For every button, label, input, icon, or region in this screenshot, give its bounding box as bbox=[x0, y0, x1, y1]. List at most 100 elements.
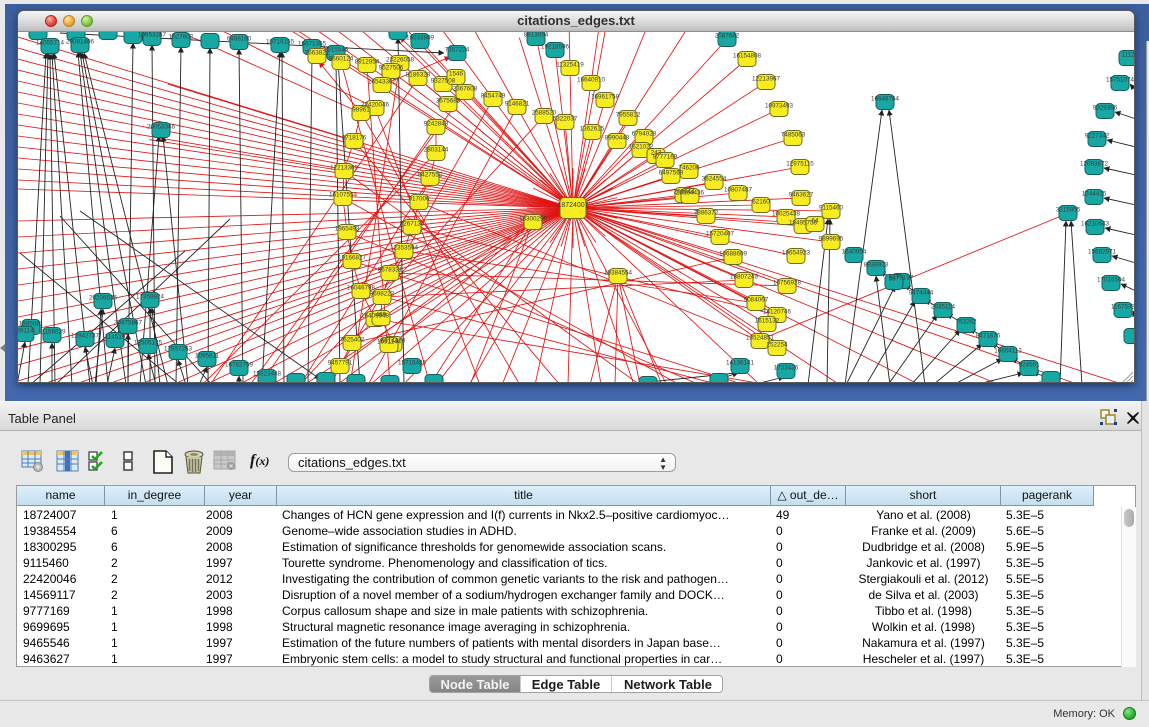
svg-text:17016504: 17016504 bbox=[1097, 277, 1126, 284]
svg-text:20091406: 20091406 bbox=[66, 39, 95, 46]
svg-text:1546: 1546 bbox=[449, 71, 464, 78]
svg-text:16961758: 16961758 bbox=[591, 94, 620, 101]
svg-text:12353594: 12353594 bbox=[390, 245, 419, 252]
svg-text:18807249: 18807249 bbox=[730, 274, 759, 281]
svg-text:3215955: 3215955 bbox=[1056, 207, 1081, 214]
svg-text:114519: 114519 bbox=[105, 334, 126, 341]
svg-text:3624554: 3624554 bbox=[702, 176, 727, 183]
svg-text:10807487: 10807487 bbox=[724, 187, 753, 194]
svg-text:15720407: 15720407 bbox=[706, 231, 735, 238]
svg-text:5322037: 5322037 bbox=[553, 116, 578, 123]
svg-text:10653287: 10653287 bbox=[138, 32, 167, 39]
svg-text:15923448: 15923448 bbox=[253, 371, 282, 378]
svg-text:9474444: 9474444 bbox=[909, 290, 934, 297]
svg-text:16640910: 16640910 bbox=[577, 77, 606, 84]
svg-text:687: 687 bbox=[889, 276, 900, 283]
svg-text:11156829: 11156829 bbox=[38, 329, 66, 336]
svg-text:11325419: 11325419 bbox=[556, 62, 584, 69]
svg-text:16543362: 16543362 bbox=[368, 79, 397, 86]
svg-text:13524851: 13524851 bbox=[746, 335, 775, 342]
svg-text:8267130: 8267130 bbox=[400, 221, 425, 228]
svg-text:98961: 98961 bbox=[352, 107, 370, 114]
svg-text:746206: 746206 bbox=[678, 165, 700, 172]
svg-text:8912954: 8912954 bbox=[355, 59, 380, 66]
svg-text:1733426: 1733426 bbox=[774, 365, 799, 372]
svg-text:1885061: 1885061 bbox=[19, 321, 44, 328]
svg-text:17359924: 17359924 bbox=[136, 294, 165, 301]
svg-text:17957253: 17957253 bbox=[164, 346, 193, 353]
svg-text:7663822: 7663822 bbox=[305, 50, 330, 57]
svg-text:1362615: 1362615 bbox=[580, 126, 605, 133]
svg-text:16210643: 16210643 bbox=[1081, 221, 1110, 228]
svg-text:9327508: 9327508 bbox=[431, 78, 456, 85]
svg-text:10025438: 10025438 bbox=[772, 211, 801, 218]
svg-text:10688609: 10688609 bbox=[719, 251, 748, 258]
svg-text:2935114: 2935114 bbox=[931, 304, 956, 311]
svg-text:9457791: 9457791 bbox=[328, 360, 353, 367]
svg-text:9777169: 9777169 bbox=[653, 154, 678, 161]
svg-text:763262: 763262 bbox=[955, 319, 977, 326]
svg-text:14136141: 14136141 bbox=[726, 360, 755, 367]
svg-text:1640954: 1640954 bbox=[842, 249, 867, 256]
svg-text:8454749: 8454749 bbox=[481, 93, 506, 100]
svg-text:23226058: 23226058 bbox=[386, 57, 415, 64]
svg-text:8813054: 8813054 bbox=[524, 32, 549, 39]
svg-text:9329366: 9329366 bbox=[1093, 105, 1118, 112]
svg-text:1691144: 1691144 bbox=[377, 339, 402, 346]
svg-text:16154808: 16154808 bbox=[733, 53, 762, 60]
svg-text:1244415: 1244415 bbox=[1082, 191, 1107, 198]
svg-text:64: 64 bbox=[811, 218, 819, 225]
svg-text:20206536: 20206536 bbox=[89, 295, 118, 302]
svg-text:8427552: 8427552 bbox=[418, 172, 443, 179]
svg-text:9899695: 9899695 bbox=[819, 236, 844, 243]
svg-text:18724007: 18724007 bbox=[557, 202, 588, 209]
svg-text:16107554: 16107554 bbox=[329, 192, 358, 199]
svg-text:8471676: 8471676 bbox=[976, 333, 1001, 340]
svg-text:16648764: 16648764 bbox=[871, 96, 900, 103]
svg-text:19166827: 19166827 bbox=[338, 255, 367, 262]
svg-text:1965493: 1965493 bbox=[335, 226, 360, 233]
svg-text:2803144: 2803144 bbox=[424, 147, 449, 154]
svg-text:252254: 252254 bbox=[766, 342, 788, 349]
svg-text:8660124: 8660124 bbox=[329, 56, 354, 63]
svg-text:1527602: 1527602 bbox=[169, 34, 194, 41]
svg-text:1095811: 1095811 bbox=[195, 353, 220, 360]
svg-text:924561: 924561 bbox=[1018, 362, 1040, 369]
svg-text:489: 489 bbox=[376, 312, 387, 319]
svg-text:9227342: 9227342 bbox=[1085, 133, 1110, 140]
svg-text:10719155: 10719155 bbox=[266, 39, 295, 46]
svg-text:8186328: 8186328 bbox=[406, 72, 431, 79]
svg-text:7625402: 7625402 bbox=[340, 337, 365, 344]
svg-text:8938923: 8938923 bbox=[864, 262, 889, 269]
svg-text:12213369: 12213369 bbox=[330, 165, 359, 172]
svg-text:12093872: 12093872 bbox=[1080, 161, 1109, 168]
svg-text:16033809: 16033809 bbox=[406, 35, 435, 42]
svg-text:3698222: 3698222 bbox=[370, 291, 395, 298]
svg-text:15716485: 15716485 bbox=[398, 360, 427, 367]
svg-text:12942737: 12942737 bbox=[71, 333, 100, 340]
svg-text:7357224: 7357224 bbox=[445, 47, 470, 54]
svg-text:7485063: 7485063 bbox=[781, 132, 806, 139]
svg-text:9242848: 9242848 bbox=[424, 121, 449, 128]
svg-text:19384554: 19384554 bbox=[604, 270, 633, 277]
svg-text:18300295: 18300295 bbox=[519, 216, 548, 223]
svg-text:3675685: 3675685 bbox=[436, 98, 461, 105]
svg-text:14120746: 14120746 bbox=[763, 309, 792, 316]
svg-text:19654923: 19654923 bbox=[782, 250, 811, 257]
svg-text:20364436: 20364436 bbox=[676, 190, 705, 197]
svg-text:6466160: 6466160 bbox=[227, 36, 252, 43]
svg-text:62160: 62160 bbox=[752, 199, 770, 206]
svg-text:20053346: 20053346 bbox=[147, 124, 176, 131]
svg-text:39114: 39114 bbox=[18, 328, 34, 335]
svg-text:12505135: 12505135 bbox=[134, 340, 163, 347]
svg-text:15751074: 15751074 bbox=[1106, 77, 1134, 84]
svg-text:30975867: 30975867 bbox=[114, 320, 143, 327]
svg-text:9527506: 9527506 bbox=[379, 65, 404, 72]
svg-text:9115460: 9115460 bbox=[819, 205, 844, 212]
svg-text:8678331: 8678331 bbox=[378, 267, 403, 274]
svg-text:1167533: 1167533 bbox=[1111, 304, 1134, 311]
svg-text:10756928: 10756928 bbox=[773, 280, 802, 287]
svg-text:9463627: 9463627 bbox=[789, 192, 814, 199]
svg-text:7886372: 7886372 bbox=[694, 210, 719, 217]
svg-text:19218506: 19218506 bbox=[541, 44, 570, 51]
